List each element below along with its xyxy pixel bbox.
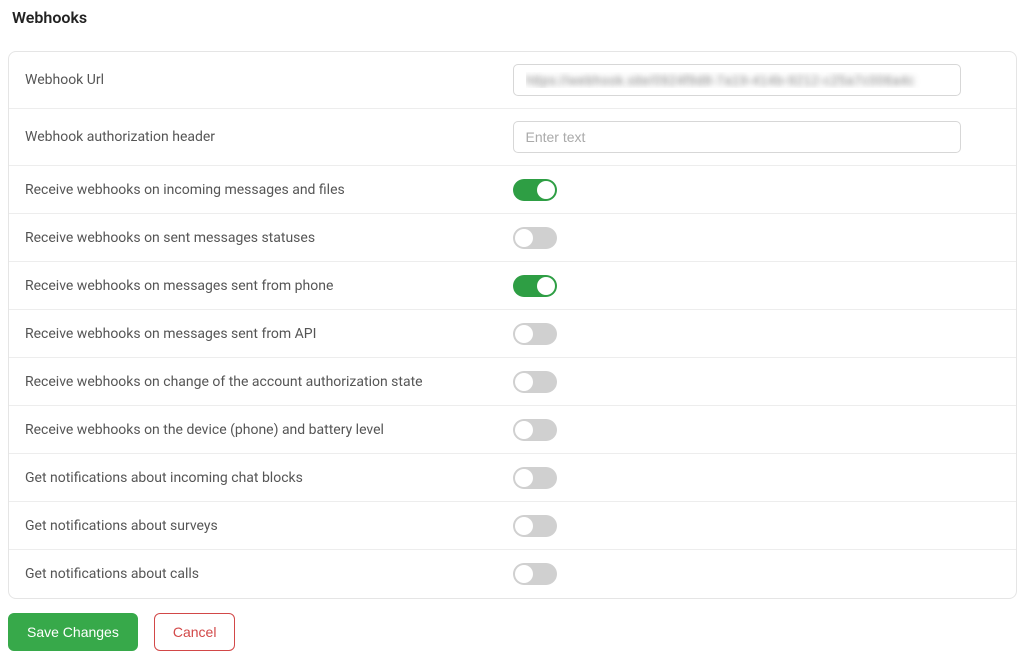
toggle-auth-state[interactable] (513, 371, 557, 393)
toggle-sent-from-phone[interactable] (513, 275, 557, 297)
row-device-battery: Receive webhooks on the device (phone) a… (9, 406, 1016, 454)
auth-header-label: Webhook authorization header (25, 129, 513, 145)
toggle-calls[interactable] (513, 563, 557, 585)
cancel-button[interactable]: Cancel (154, 613, 236, 651)
toggle-label-sent-from-phone: Receive webhooks on messages sent from p… (25, 278, 513, 294)
toggle-chat-blocks[interactable] (513, 467, 557, 489)
row-surveys: Get notifications about surveys (9, 502, 1016, 550)
toggle-sent-statuses[interactable] (513, 227, 557, 249)
toggle-label-auth-state: Receive webhooks on change of the accoun… (25, 374, 513, 390)
toggle-label-surveys: Get notifications about surveys (25, 518, 513, 534)
row-calls: Get notifications about calls (9, 550, 1016, 598)
page-title: Webhooks (8, 8, 1017, 27)
toggle-device-battery[interactable] (513, 419, 557, 441)
toggle-label-device-battery: Receive webhooks on the device (phone) a… (25, 422, 513, 438)
row-auth-header: Webhook authorization header (9, 109, 1016, 166)
form-actions: Save Changes Cancel (8, 613, 1017, 651)
row-webhook-url: Webhook Url (9, 52, 1016, 109)
row-sent-from-phone: Receive webhooks on messages sent from p… (9, 262, 1016, 310)
toggle-surveys[interactable] (513, 515, 557, 537)
toggle-label-calls: Get notifications about calls (25, 566, 513, 582)
toggle-label-incoming-messages: Receive webhooks on incoming messages an… (25, 182, 513, 198)
toggle-label-sent-from-api: Receive webhooks on messages sent from A… (25, 326, 513, 342)
toggle-label-chat-blocks: Get notifications about incoming chat bl… (25, 470, 513, 486)
save-button[interactable]: Save Changes (8, 613, 138, 651)
auth-header-input[interactable] (513, 121, 962, 153)
row-sent-from-api: Receive webhooks on messages sent from A… (9, 310, 1016, 358)
webhook-url-input[interactable] (513, 64, 962, 96)
webhook-url-label: Webhook Url (25, 72, 513, 88)
toggle-incoming-messages[interactable] (513, 179, 557, 201)
row-chat-blocks: Get notifications about incoming chat bl… (9, 454, 1016, 502)
toggle-label-sent-statuses: Receive webhooks on sent messages status… (25, 230, 513, 246)
webhooks-settings-card: Webhook Url Webhook authorization header… (8, 51, 1017, 599)
row-sent-statuses: Receive webhooks on sent messages status… (9, 214, 1016, 262)
toggle-sent-from-api[interactable] (513, 323, 557, 345)
row-auth-state: Receive webhooks on change of the accoun… (9, 358, 1016, 406)
row-incoming-messages: Receive webhooks on incoming messages an… (9, 166, 1016, 214)
